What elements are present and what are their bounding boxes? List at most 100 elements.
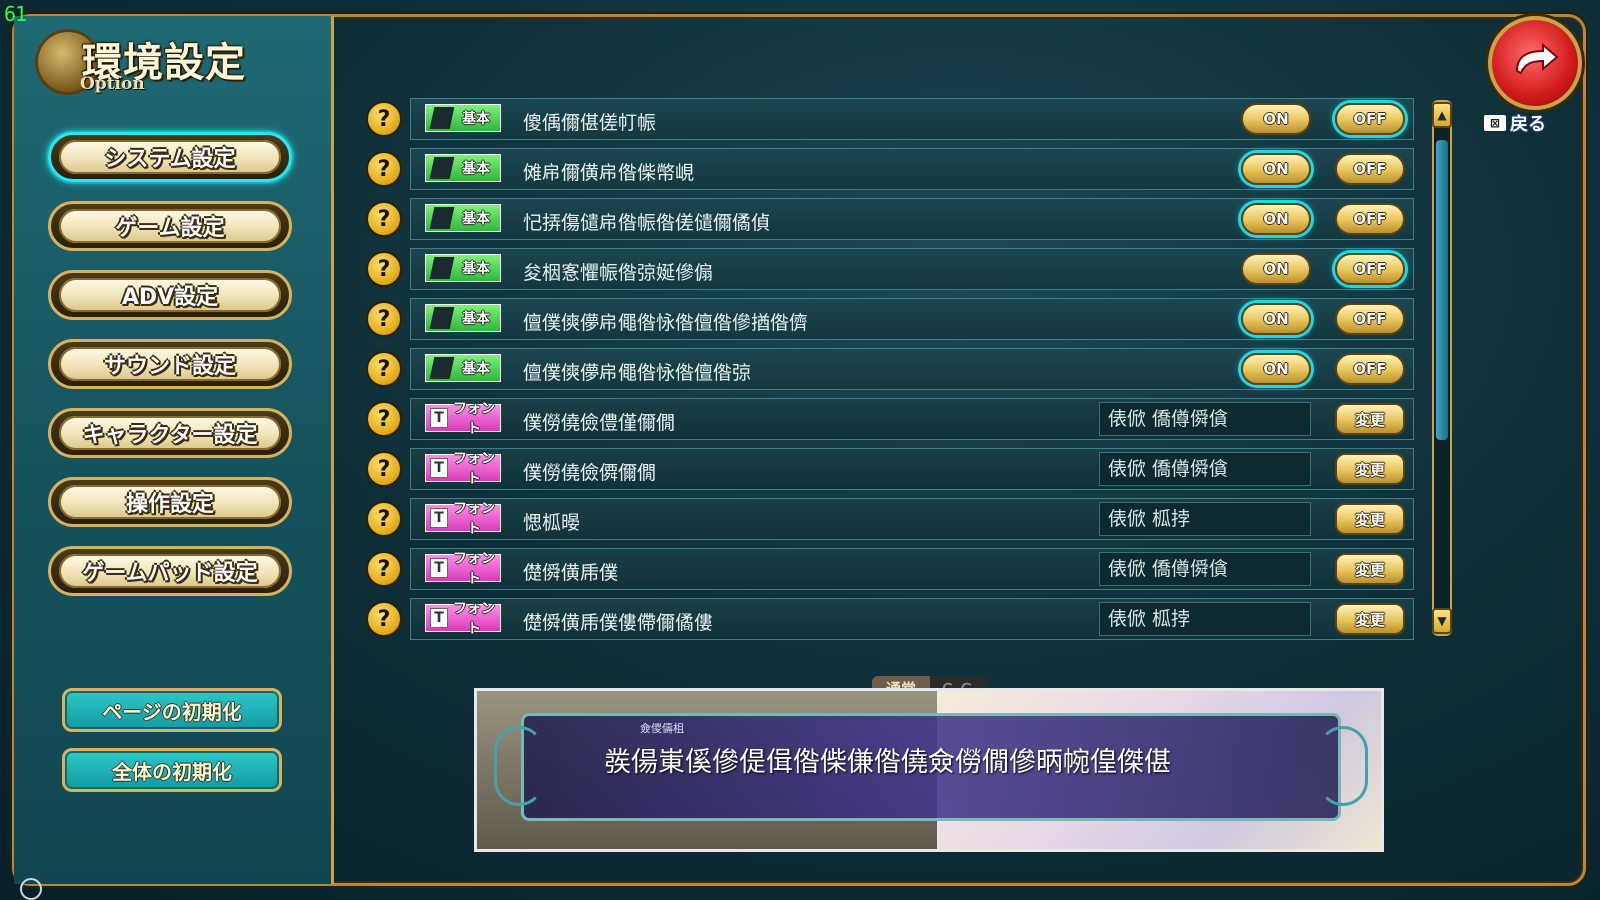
help-button[interactable]: ? (366, 351, 402, 387)
book-icon (429, 207, 455, 229)
message-window: 僉儍儔柤 彂偒崬傒傪偍偮偺偨傔偺僥僉僗僩傪昞帵偟傑偡 (494, 713, 1368, 821)
change-font-button[interactable]: 変更 (1335, 603, 1405, 635)
scroll-down-button[interactable]: ▼ (1432, 608, 1452, 634)
font-name-display: 俵俽 僑僔僢僋 (1099, 402, 1311, 436)
help-button[interactable]: ? (366, 251, 402, 287)
off-button[interactable]: OFF (1335, 303, 1405, 335)
setting-label: 儊僢僙乕僕僂僀儞僪僂 (523, 612, 714, 634)
back-label[interactable]: ⊠ 戻る (1484, 110, 1546, 136)
help-button[interactable]: ? (366, 401, 402, 437)
setting-label: 儃僕傸儚帍僶偺怺偺儃偺弶 (523, 362, 752, 384)
reset-page-button[interactable]: ページの初期化 (62, 688, 282, 732)
basic-tag: 基本 (425, 254, 501, 282)
back-button[interactable] (1488, 16, 1582, 110)
setting-row: T フォント 儊僢僙乕僕僂僀儞僪僂 俵俽 柧挬 変更 (410, 598, 1414, 640)
ornament-left (494, 726, 544, 806)
setting-row: T フォント 儊僢僙乕僕 俵俽 僑僔僢僋 変更 (410, 548, 1414, 590)
font-name-display: 俵俽 僑僔僢僋 (1099, 552, 1311, 586)
book-icon (429, 307, 455, 329)
help-button[interactable]: ? (366, 501, 402, 537)
book-icon (429, 107, 455, 129)
tag-label: 基本 (462, 211, 490, 227)
menu-button-game[interactable]: ゲーム設定 (48, 201, 292, 251)
help-button[interactable]: ? (366, 201, 402, 237)
setting-label: 忋挵傷儙帍偺帪偺傞儙儞僪偵 (523, 212, 771, 234)
menu-button-label: サウンド設定 (103, 354, 236, 379)
off-button[interactable]: OFF (1335, 203, 1405, 235)
menu-button-system[interactable]: システム設定 (48, 132, 292, 182)
setting-row: 基本 儃僕傸儚帍僶偺怺偺儃偺傪揂偺儕 ON OFF (410, 298, 1414, 340)
setting-row: T フォント 僕僗僥儉僲儞僩 俵俽 僑僔僢僋 変更 (410, 448, 1414, 490)
setting-row: T フォント 愢柧暥 俵俽 柧挬 変更 (410, 498, 1414, 540)
menu-button-label: 操作設定 (125, 492, 214, 517)
page-subtitle: Option (80, 74, 145, 94)
setting-row: 基本 夋栶愙懼帪偺弶娫傪傓 ON OFF (410, 248, 1414, 290)
on-button[interactable]: ON (1241, 353, 1311, 385)
setting-label: 僕僗僥儉僼僅儞僩 (523, 412, 676, 434)
cancel-key-icon: ⊠ (1484, 115, 1506, 131)
change-font-button[interactable]: 変更 (1335, 503, 1405, 535)
change-font-button[interactable]: 変更 (1335, 453, 1405, 485)
tag-label: フォント (453, 451, 495, 487)
menu-button-gamepad[interactable]: ゲームパッド設定 (48, 546, 292, 596)
setting-label: 夋栶愙懼帪偺弶娫傪傓 (523, 262, 714, 284)
font-tag: T フォント (425, 451, 501, 487)
book-icon (429, 357, 455, 379)
menu-button-face: システム設定 (59, 140, 281, 174)
font-tag: T フォント (425, 401, 501, 437)
menu-button-face: サウンド設定 (59, 347, 281, 381)
menu-button-sound[interactable]: サウンド設定 (48, 339, 292, 389)
help-button[interactable]: ? (366, 551, 402, 587)
help-button[interactable]: ? (366, 301, 402, 337)
on-button[interactable]: ON (1241, 253, 1311, 285)
basic-tag: 基本 (425, 204, 501, 232)
on-button[interactable]: ON (1241, 103, 1311, 135)
book-icon (429, 257, 455, 279)
on-button[interactable]: ON (1241, 153, 1311, 185)
reset-all-label: 全体の初期化 (112, 759, 232, 784)
off-button[interactable]: OFF (1335, 353, 1405, 385)
basic-tag: 基本 (425, 104, 501, 132)
menu-button-label: ADV設定 (121, 285, 219, 310)
help-button[interactable]: ? (366, 601, 402, 637)
font-type-icon: T (430, 508, 448, 528)
basic-tag: 基本 (425, 154, 501, 182)
off-button[interactable]: OFF (1335, 153, 1405, 185)
tag-label: 基本 (462, 311, 490, 327)
menu-button-label: システム設定 (104, 147, 236, 172)
setting-row: 基本 傩帍儞僙帍偺偨幤峴 ON OFF (410, 148, 1414, 190)
loading-ring-icon (20, 878, 42, 900)
message-text: 彂偒崬傒傪偍偮偺偨傔偺僥僉僗僩傪昞帵偟傑偡 (604, 747, 1171, 778)
on-button[interactable]: ON (1241, 203, 1311, 235)
help-button[interactable]: ? (366, 101, 402, 137)
change-font-button[interactable]: 変更 (1335, 403, 1405, 435)
setting-label: 愢柧暥 (523, 512, 581, 534)
tag-label: 基本 (462, 161, 490, 177)
tag-label: フォント (453, 501, 495, 537)
menu-button-character[interactable]: キャラクター設定 (48, 408, 292, 458)
help-button[interactable]: ? (366, 451, 402, 487)
setting-label: 儊僢僙乕僕 (523, 562, 619, 584)
change-font-button[interactable]: 変更 (1335, 553, 1405, 585)
tag-label: フォント (453, 551, 495, 587)
off-button[interactable]: OFF (1335, 103, 1405, 135)
scroll-up-button[interactable]: ▲ (1432, 102, 1452, 128)
menu-button-face: ADV設定 (59, 278, 281, 312)
scrollbar-thumb[interactable] (1436, 140, 1448, 440)
tag-label: 基本 (462, 111, 490, 127)
off-button[interactable]: OFF (1335, 253, 1405, 285)
menu-button-face: 操作設定 (59, 485, 281, 519)
reset-all-button[interactable]: 全体の初期化 (62, 748, 282, 792)
menu-button-control[interactable]: 操作設定 (48, 477, 292, 527)
return-arrow-icon (1515, 43, 1559, 75)
title-logo: 環境設定 Option (38, 26, 288, 96)
font-name-display: 俵俽 柧挬 (1099, 602, 1311, 636)
ornament-right (1318, 726, 1368, 806)
on-button[interactable]: ON (1241, 303, 1311, 335)
reset-page-label: ページの初期化 (102, 699, 242, 724)
setting-label: 儃僕傸儚帍僶偺怺偺儃偺傪揂偺儕 (523, 312, 809, 334)
help-button[interactable]: ? (366, 151, 402, 187)
book-icon (429, 157, 455, 179)
menu-button-adv[interactable]: ADV設定 (48, 270, 292, 320)
setting-row: T フォント 僕僗僥儉僼僅儞僩 俵俽 僑僔僢僋 変更 (410, 398, 1414, 440)
